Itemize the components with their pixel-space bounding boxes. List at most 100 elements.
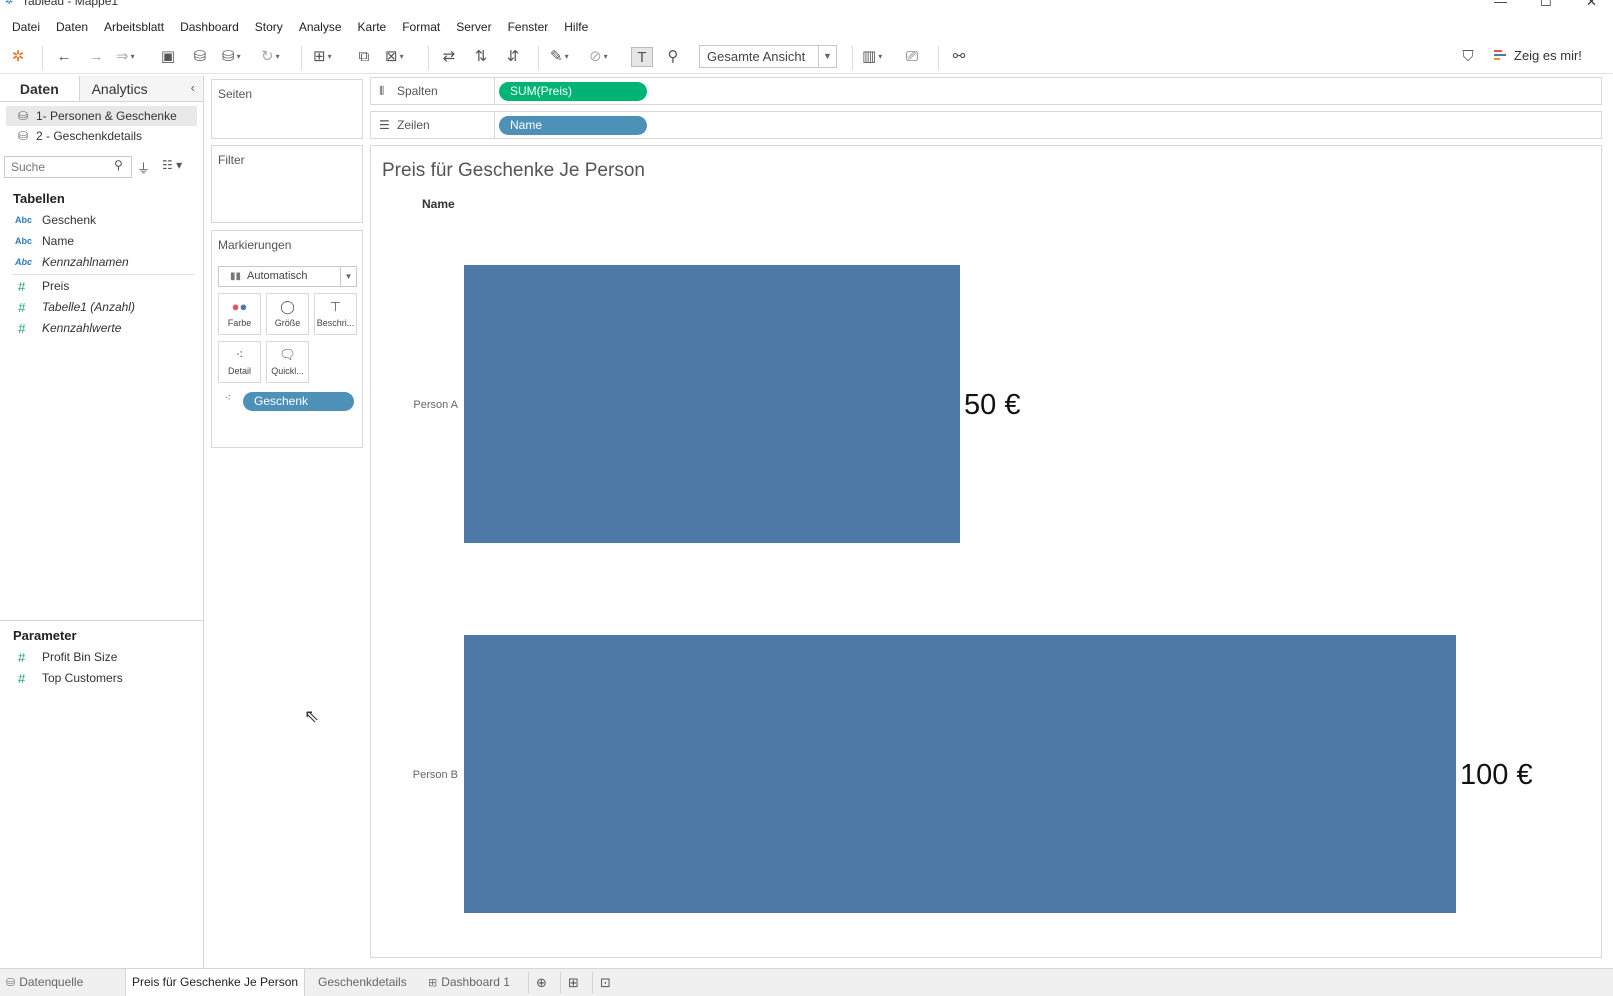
size-icon: ◯ — [280, 299, 295, 314]
tooltip-button[interactable]: 🗨 Quickl... — [266, 341, 309, 383]
menu-karte[interactable]: Karte — [350, 20, 395, 34]
menu-daten[interactable]: Daten — [48, 20, 96, 34]
filter-card[interactable]: Filter — [211, 145, 363, 223]
field-geschenk[interactable]: Abc Geschenk — [0, 210, 203, 231]
detail-button[interactable]: ⁖ Detail — [218, 341, 261, 383]
toolbar-separator — [301, 46, 302, 70]
mark-type-value: Automatisch — [247, 270, 308, 282]
refresh-icon[interactable]: ↻ — [261, 47, 280, 67]
new-datasource-icon[interactable]: ⛁ — [191, 47, 209, 67]
tab-dashboard-1[interactable]: ⊞ Dashboard 1 — [422, 969, 516, 996]
tableau-home-icon[interactable]: ✲ — [9, 47, 27, 67]
tab-sheet-geschenkdetails[interactable]: Geschenkdetails — [312, 969, 413, 996]
sort-ascending-icon[interactable]: ⇅ — [472, 47, 490, 67]
parameters-section: Parameter # Profit Bin Size # Top Custom… — [0, 620, 203, 689]
show-cards-icon[interactable]: ▥ — [862, 47, 882, 67]
show-me-icon — [1494, 49, 1506, 60]
field-preis[interactable]: # Preis — [0, 276, 203, 297]
search-row: ⚲ ⏚ ☷ ▾ — [0, 156, 203, 182]
pages-card[interactable]: Seiten — [211, 79, 363, 139]
maximize-icon[interactable]: ☐ — [1540, 0, 1552, 10]
search-input[interactable] — [4, 156, 132, 178]
chevron-down-icon: ▼ — [340, 267, 356, 286]
menu-analyse[interactable]: Analyse — [291, 20, 350, 34]
tab-analytics[interactable]: Analytics — [79, 76, 203, 101]
parameter-top-customers[interactable]: # Top Customers — [0, 668, 203, 689]
number-type-icon: # — [18, 671, 26, 686]
data-pane-tabs: Daten Analytics ‹ — [0, 76, 203, 102]
menu-datei[interactable]: Datei — [4, 20, 48, 34]
show-me-button[interactable]: Zeig es mir! — [1494, 48, 1582, 63]
replay-icon[interactable]: ⇒ — [116, 47, 135, 67]
minimize-icon[interactable]: — — [1494, 0, 1507, 9]
filter-icon[interactable]: ⏚ — [137, 158, 150, 177]
tab-daten[interactable]: Daten — [0, 76, 80, 101]
number-type-icon: # — [18, 321, 26, 336]
tab-label: Datenquelle — [19, 975, 84, 989]
columns-label-text: Spalten — [397, 84, 438, 98]
view-options-icon[interactable]: ☷ ▾ — [162, 158, 182, 172]
category-label[interactable]: Person B — [413, 769, 458, 781]
fix-axes-icon[interactable]: ⚲ — [664, 47, 682, 67]
fit-view-select[interactable]: Gesamte Ansicht ▼ — [699, 45, 837, 68]
field-name[interactable]: Abc Name — [0, 231, 203, 252]
menu-dashboard[interactable]: Dashboard — [172, 20, 247, 34]
rows-pill-name[interactable]: Name — [499, 116, 647, 135]
swap-rows-columns-icon[interactable]: ⇄ — [440, 47, 458, 67]
duplicate-sheet-icon[interactable]: ⧉ — [355, 47, 373, 67]
share-icon[interactable]: ⚯ — [950, 47, 968, 67]
columns-pill-sum-preis[interactable]: SUM(Preis) — [499, 82, 647, 101]
menu-arbeitsblatt[interactable]: Arbeitsblatt — [96, 20, 172, 34]
color-button[interactable]: ●● Farbe — [218, 293, 261, 335]
datasource-label: 2 - Geschenkdetails — [36, 129, 143, 143]
mark-type-select[interactable]: ▮▮ Automatisch ▼ — [218, 266, 357, 287]
rows-shelf[interactable]: ☰ Zeilen Name — [370, 111, 1602, 139]
category-label[interactable]: Person A — [413, 399, 458, 411]
bar-person-b[interactable] — [464, 635, 1456, 913]
visualization-area: Preis für Geschenke Je Person Name Perso… — [370, 145, 1602, 958]
mark-field-pill-geschenk[interactable]: Geschenk — [243, 392, 354, 411]
new-worksheet-button[interactable]: ⊕ — [528, 972, 554, 993]
collapse-pane-icon[interactable]: ‹ — [191, 80, 195, 95]
new-dashboard-button[interactable]: ⊞ — [560, 972, 586, 993]
rows-shelf-label: ☰ Zeilen — [371, 112, 495, 138]
clear-sheet-icon[interactable]: ⊠ — [385, 47, 404, 67]
group-members-icon[interactable]: ⊘ — [589, 47, 608, 67]
sort-descending-icon[interactable]: ⇵ — [504, 47, 522, 67]
new-worksheet-icon[interactable]: ⊞ — [313, 47, 332, 67]
parameter-profit-bin-size[interactable]: # Profit Bin Size — [0, 647, 203, 668]
menu-hilfe[interactable]: Hilfe — [556, 20, 596, 34]
toolbar-separator — [42, 46, 43, 70]
tab-datenquelle[interactable]: ⛁ Datenquelle — [0, 969, 89, 996]
datasource-item-personen-geschenke[interactable]: ⛁ 1- Personen & Geschenke — [6, 106, 197, 126]
redo-icon[interactable]: → — [87, 47, 105, 67]
mouse-cursor-icon: ⇖ — [304, 706, 320, 726]
bar-person-a[interactable] — [464, 265, 960, 543]
close-icon[interactable]: ✕ — [1586, 0, 1597, 10]
size-button[interactable]: ◯ Größe — [266, 293, 309, 335]
show-mark-labels-icon[interactable]: T — [631, 47, 653, 67]
menu-fenster[interactable]: Fenster — [500, 20, 557, 34]
paint-format-icon[interactable]: ⛉ — [1459, 47, 1477, 67]
columns-shelf[interactable]: ⦀ Spalten SUM(Preis) — [370, 77, 1602, 105]
tab-sheet-preis[interactable]: Preis für Geschenke Je Person — [125, 969, 306, 996]
field-kennzahlnamen[interactable]: Abc Kennzahlnamen — [0, 252, 203, 273]
field-divider — [12, 274, 195, 275]
show-me-label: Zeig es mir! — [1514, 48, 1582, 63]
new-story-button[interactable]: ⊡ — [592, 972, 618, 993]
field-tabelle1-anzahl[interactable]: # Tabelle1 (Anzahl) — [0, 297, 203, 318]
undo-icon[interactable]: ← — [55, 47, 73, 67]
menu-format[interactable]: Format — [394, 20, 448, 34]
presentation-mode-icon[interactable]: ⎚ — [903, 47, 921, 67]
label-button[interactable]: ⊤ Beschri... — [314, 293, 357, 335]
datasource-item-geschenkdetails[interactable]: ⛁ 2 - Geschenkdetails — [0, 126, 203, 146]
data-label: 50 € — [964, 389, 1020, 421]
field-kennzahlwerte[interactable]: # Kennzahlwerte — [0, 318, 203, 339]
menu-story[interactable]: Story — [247, 20, 291, 34]
menu-server[interactable]: Server — [448, 20, 499, 34]
pause-updates-icon[interactable]: ⛁ — [222, 47, 241, 67]
sheet-tabs-bar: ⛁ Datenquelle Preis für Geschenke Je Pers… — [0, 968, 1613, 996]
save-icon[interactable]: ▣ — [159, 47, 177, 67]
parameter-label: Top Customers — [42, 671, 123, 685]
highlight-icon[interactable]: ✎ — [550, 47, 569, 67]
